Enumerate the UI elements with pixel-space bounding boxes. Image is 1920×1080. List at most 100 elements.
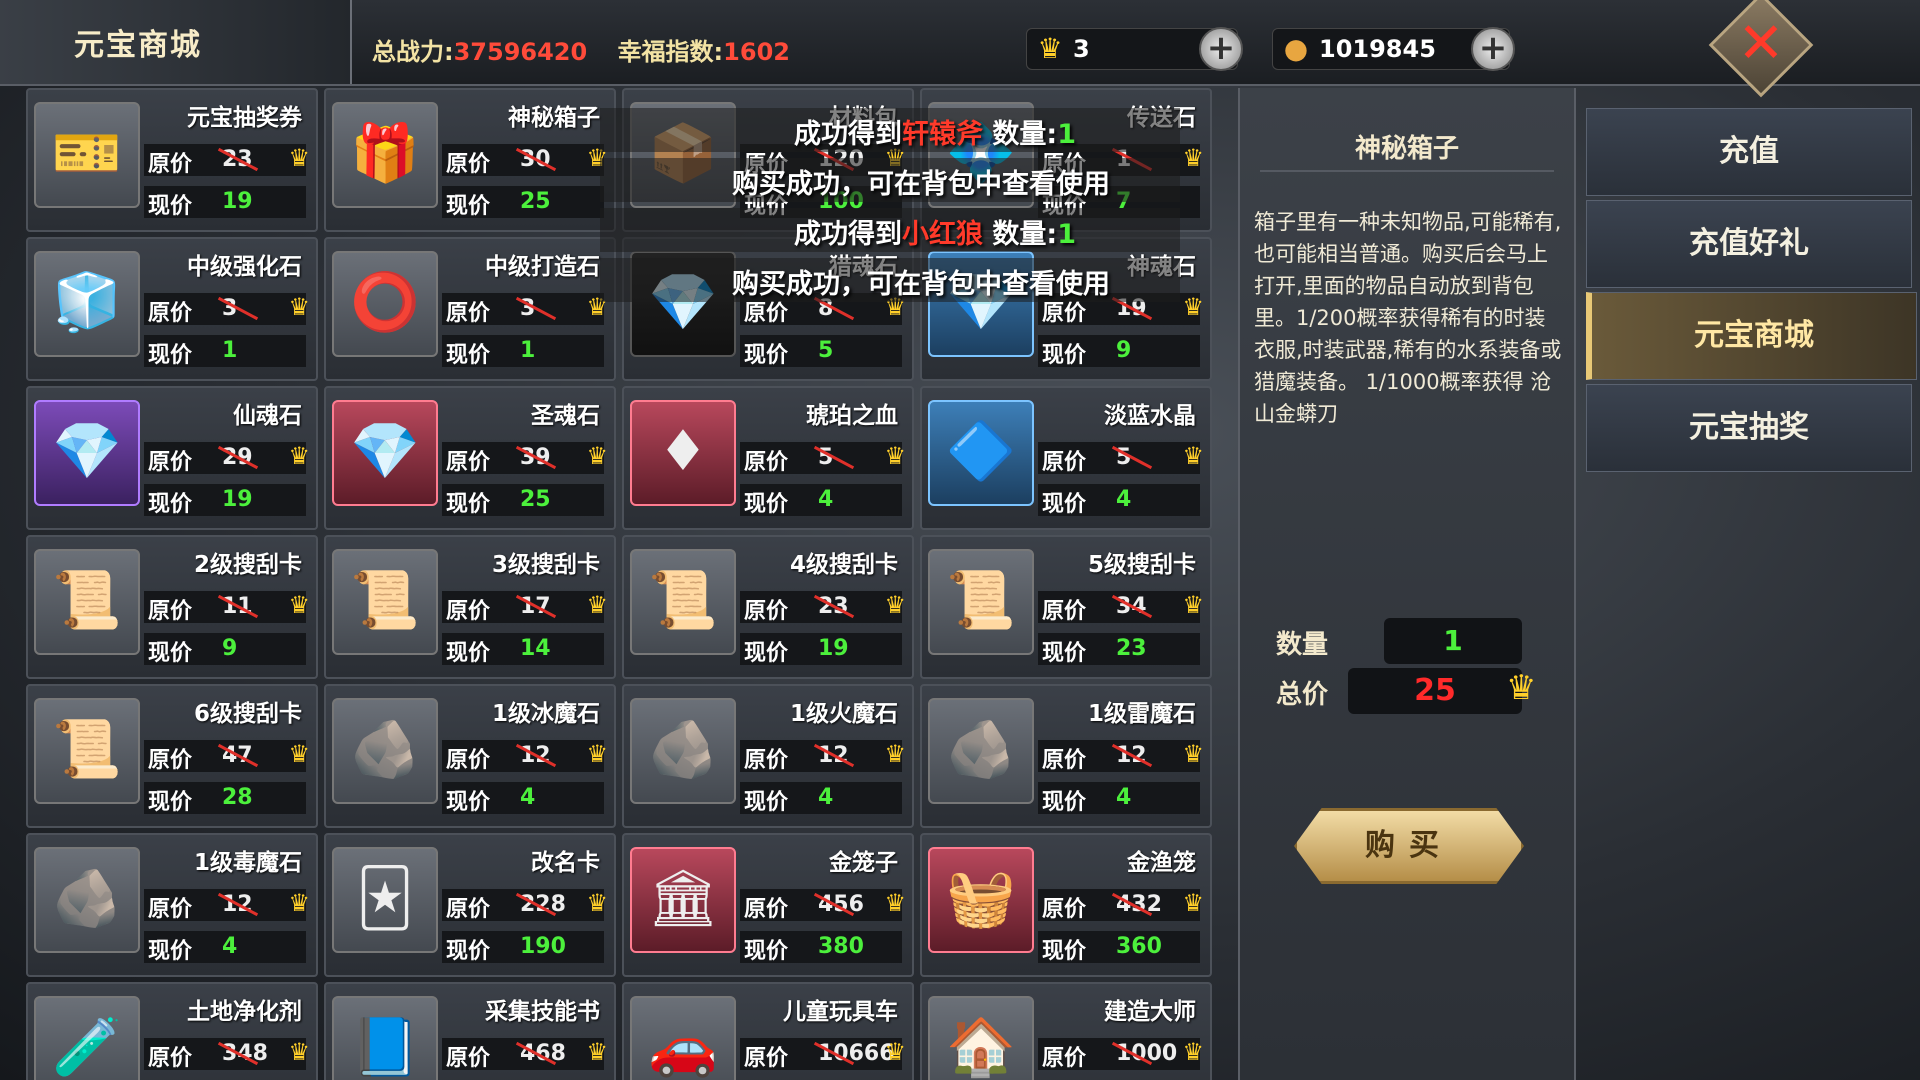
item-name: 1级毒魔石 [193,850,302,876]
current-price-label: 现价 [1042,641,1087,666]
current-price-label: 现价 [1042,939,1087,964]
current-price: 19 [222,189,253,214]
original-price: 228 [520,892,566,917]
shop-item[interactable]: ⭕ 中级打造石 原价 3 ♛ 现价 1 [324,237,616,381]
ingot-icon: ♛ [884,889,906,917]
ingot-icon: ♛ [288,144,310,172]
item-name: 中级打造石 [485,254,600,280]
buy-button[interactable]: 购买 [1294,808,1524,884]
current-price-label: 现价 [1042,492,1087,517]
detail-title: 神秘箱子 [1354,134,1459,164]
shop-item[interactable]: 🧊 中级强化石 原价 3 ♛ 现价 1 [26,237,318,381]
current-price-label: 现价 [148,492,193,517]
item-name: 儿童玩具车 [783,999,898,1025]
shop-item[interactable]: 🪨 1级毒魔石原价12♛ 现价 4 [26,833,318,977]
current-price-row: 现价 5 [740,335,902,368]
current-price-label: 现价 [744,939,789,964]
original-price-row: 原价47♛ [144,740,310,773]
original-price-label: 原价 [148,748,193,773]
shop-item[interactable]: 💎 圣魂石原价39♛ 现价 25 [324,386,616,530]
shop-item[interactable]: 🧪 土地净化剂 原价 348 ♛ [26,982,318,1080]
original-price-label: 原价 [148,599,193,624]
nav-recharge[interactable]: 充值 [1586,108,1912,196]
original-price-row: 原价 228 ♛ [442,889,608,922]
current-price: 1 [520,338,536,363]
shop-item[interactable]: 💎 仙魂石原价29♛ 现价 19 [26,386,318,530]
add-coin-button[interactable]: + [1471,27,1515,71]
shop-item[interactable]: 🪨 1级雷魔石原价12♛ 现价 4 [920,684,1212,828]
nav-ingot-shop[interactable]: 元宝商城 [1586,292,1917,380]
luck-value: 1602 [723,38,790,66]
ingot-icon: ♛ [884,591,906,619]
power-label: 总战力: [372,38,454,66]
top-bar: 元宝商城 总战力:37596420 幸福指数:1602 ♛ 3 + ● 1019… [0,0,1920,98]
shop-item[interactable]: 🃏 改名卡 原价 228 ♛ 现价 190 [324,833,616,977]
ingot-icon: ♛ [586,740,608,768]
current-price-label: 现价 [148,939,193,964]
shop-item[interactable]: 🪨 1级冰魔石原价12♛ 现价 4 [324,684,616,828]
toast-message: 购买成功，可在背包中查看使用 [732,169,1110,200]
current-price: 4 [1116,785,1132,810]
shop-item[interactable]: 🏛 金笼子 原价 456 ♛ 现价 380 [622,833,914,977]
shop-item[interactable]: ♦ 琥珀之血 原价 5 ♛ 现价 4 [622,386,914,530]
current-price-row: 现价 25 [442,186,604,219]
item-name: 金渔笼 [1127,850,1196,876]
original-price-row: 原价 1000 ♛ [1038,1038,1204,1071]
original-price: 456 [818,892,864,917]
original-price-label: 原价 [446,599,491,624]
original-price-row: 原价 3 ♛ [144,293,310,326]
total-label: 总价 [1276,680,1329,710]
shop-item[interactable]: 🎫 元宝抽奖券原价23♛ 现价 19 [26,88,318,232]
close-button[interactable]: ✕ [1708,0,1814,98]
original-price-label: 原价 [446,301,491,326]
shop-item[interactable]: 📜 5级搜刮卡原价34♛ 现价 23 [920,535,1212,679]
shop-item[interactable]: 📘 采集技能书 原价 468 ♛ [324,982,616,1080]
original-price-label: 原价 [446,152,491,177]
shop-item[interactable]: 📜 2级搜刮卡原价11♛ 现价 9 [26,535,318,679]
fire-stone-icon: 🪨 [630,698,736,804]
shop-item[interactable]: 🪨 1级火魔石原价12♛ 现价 4 [622,684,914,828]
shop-item[interactable]: 📜 4级搜刮卡原价23♛ 现价 19 [622,535,914,679]
quantity-input[interactable]: 1 [1384,618,1522,664]
building-icon: 🏠 [928,996,1034,1080]
nav-ingot-lottery[interactable]: 元宝抽奖 [1586,384,1912,472]
scroll-icon: 📜 [928,549,1034,655]
original-price-label: 原价 [148,1046,193,1071]
original-price-label: 原价 [744,1046,789,1071]
shop-item[interactable]: 📜 3级搜刮卡原价17♛ 现价 14 [324,535,616,679]
item-name: 神秘箱子 [508,105,600,131]
shop-item[interactable]: 🔷 淡蓝水晶 原价 5 ♛ 现价 4 [920,386,1212,530]
shop-item[interactable]: 🏠 建造大师 原价 1000 ♛ [920,982,1212,1080]
item-name: 3级搜刮卡 [491,552,600,578]
shop-item[interactable]: 🚗 儿童玩具车 原价 10666 ♛ [622,982,914,1080]
ice-stone-icon: 🪨 [332,698,438,804]
original-price-row: 原价 10666 ♛ [740,1038,906,1071]
divider [1260,170,1554,172]
ingot-icon: ♛ [1506,668,1537,708]
current-price-row: 现价 4 [740,484,902,517]
current-price-label: 现价 [744,343,789,368]
original-price-row: 原价23♛ [144,144,310,177]
shop-item[interactable]: 🎁 神秘箱子原价30♛ 现价 25 [324,88,616,232]
shop-item[interactable]: 🧺 金渔笼 原价 432 ♛ 现价 360 [920,833,1212,977]
scroll-icon: 📜 [332,549,438,655]
current-price: 4 [520,785,536,810]
shop-item[interactable]: 📜 6级搜刮卡原价47♛ 现价 28 [26,684,318,828]
original-price-row: 原价 348 ♛ [144,1038,310,1071]
original-price-row: 原价12♛ [144,889,310,922]
ingot-icon: ♛ [1182,144,1204,172]
original-price-label: 原价 [744,599,789,624]
original-price-label: 原价 [446,748,491,773]
item-name: 1级冰魔石 [491,701,600,727]
item-detail-panel: 神秘箱子 箱子里有一种未知物品,可能稀有,也可能相当普通。购买后会马上打开,里面… [1238,88,1576,1080]
ingot-currency: ♛ 3 + [1026,27,1243,71]
original-price-row: 原价 5 ♛ [740,442,906,475]
coin-count: 1019845 [1319,35,1436,63]
add-ingot-button[interactable]: + [1199,27,1243,71]
ingot-icon: ♛ [1182,740,1204,768]
current-price-row: 现价 4 [144,931,306,964]
original-price-row: 原价29♛ [144,442,310,475]
nav-recharge-gift[interactable]: 充值好礼 [1586,200,1912,288]
quantity-label: 数量 [1276,630,1329,660]
ingot-icon: ♛ [586,442,608,470]
